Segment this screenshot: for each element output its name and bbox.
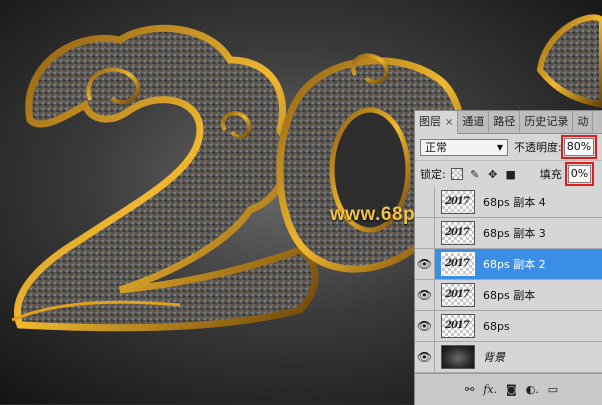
tab-actions[interactable]: 动 — [573, 111, 594, 132]
layer-name: 68ps 副本 3 — [483, 227, 546, 240]
lock-all-icon[interactable]: ■ — [504, 167, 518, 181]
tab-channels[interactable]: 通道 — [458, 111, 490, 132]
dropdown-arrow-icon: ▼ — [496, 142, 503, 152]
layer-thumbnail: 2017 — [441, 314, 475, 338]
layer-thumbnail — [441, 345, 475, 369]
panel-tab-bar: 图层 × 通道 路径 历史记录 动 — [415, 111, 602, 134]
panel-footer: ⚯ fx. ◙ ◐. ▭ — [415, 373, 602, 405]
layer-list: 👁 2017 68ps 副本 4 👁 2017 68ps 副本 3 👁 2017… — [415, 187, 602, 373]
layer-row-background[interactable]: 👁 背景 — [415, 342, 602, 373]
layer-thumbnail: 2017 — [441, 252, 475, 276]
fill-label: 填充 — [539, 168, 562, 181]
visibility-eye-icon[interactable]: 👁 — [415, 218, 435, 248]
fill-input[interactable]: 0% — [564, 162, 595, 186]
layer-row[interactable]: 👁 2017 68ps 副本 4 — [415, 187, 602, 218]
lock-position-icon[interactable]: ✥ — [486, 167, 500, 181]
layer-row-selected[interactable]: 👁 2017 68ps 副本 2 — [415, 249, 602, 280]
lock-transparency-icon[interactable] — [450, 167, 464, 181]
layer-row[interactable]: 👁 2017 68ps 副本 3 — [415, 218, 602, 249]
layer-row[interactable]: 👁 2017 68ps — [415, 311, 602, 342]
blend-mode-select[interactable]: 正常 ▼ — [420, 138, 508, 156]
opacity-input[interactable]: 80% — [560, 135, 598, 159]
layer-thumbnail: 2017 — [441, 190, 475, 214]
lock-fill-row: 锁定: ✎ ✥ ■ 填充 0% — [415, 161, 602, 188]
layer-name: 68ps — [483, 319, 510, 333]
folder-icon[interactable]: ▭ — [548, 383, 558, 396]
layer-name: 68ps 副本 2 — [483, 258, 546, 271]
opacity-label: 不透明度: — [514, 141, 562, 154]
fx-icon[interactable]: fx. — [483, 383, 497, 396]
layer-thumbnail: 2017 — [441, 221, 475, 245]
visibility-eye-icon[interactable]: 👁 — [415, 187, 435, 217]
layer-name: 背景 — [483, 351, 505, 364]
layer-name: 68ps 副本 — [483, 289, 536, 302]
visibility-eye-icon[interactable]: 👁 — [415, 249, 435, 279]
tab-paths[interactable]: 路径 — [489, 111, 521, 132]
visibility-eye-icon[interactable]: 👁 — [415, 280, 435, 310]
tab-layers[interactable]: 图层 × — [415, 111, 459, 134]
blend-opacity-row: 正常 ▼ 不透明度: 80% — [415, 134, 602, 161]
lock-brush-icon[interactable]: ✎ — [468, 167, 482, 181]
lock-label: 锁定: — [420, 168, 446, 181]
adjustment-icon[interactable]: ◐. — [526, 383, 539, 396]
layer-name: 68ps 副本 4 — [483, 196, 546, 209]
tab-history[interactable]: 历史记录 — [520, 111, 574, 132]
close-icon[interactable]: × — [445, 117, 453, 128]
visibility-eye-icon[interactable]: 👁 — [415, 311, 435, 341]
visibility-eye-icon[interactable]: 👁 — [415, 342, 435, 372]
layer-row[interactable]: 👁 2017 68ps 副本 — [415, 280, 602, 311]
link-icon[interactable]: ⚯ — [465, 383, 474, 396]
layer-thumbnail: 2017 — [441, 283, 475, 307]
layers-panel: 图层 × 通道 路径 历史记录 动 正常 ▼ 不透明度: 80% 锁定: ✎ ✥ … — [414, 110, 602, 405]
mask-icon[interactable]: ◙ — [506, 383, 517, 396]
